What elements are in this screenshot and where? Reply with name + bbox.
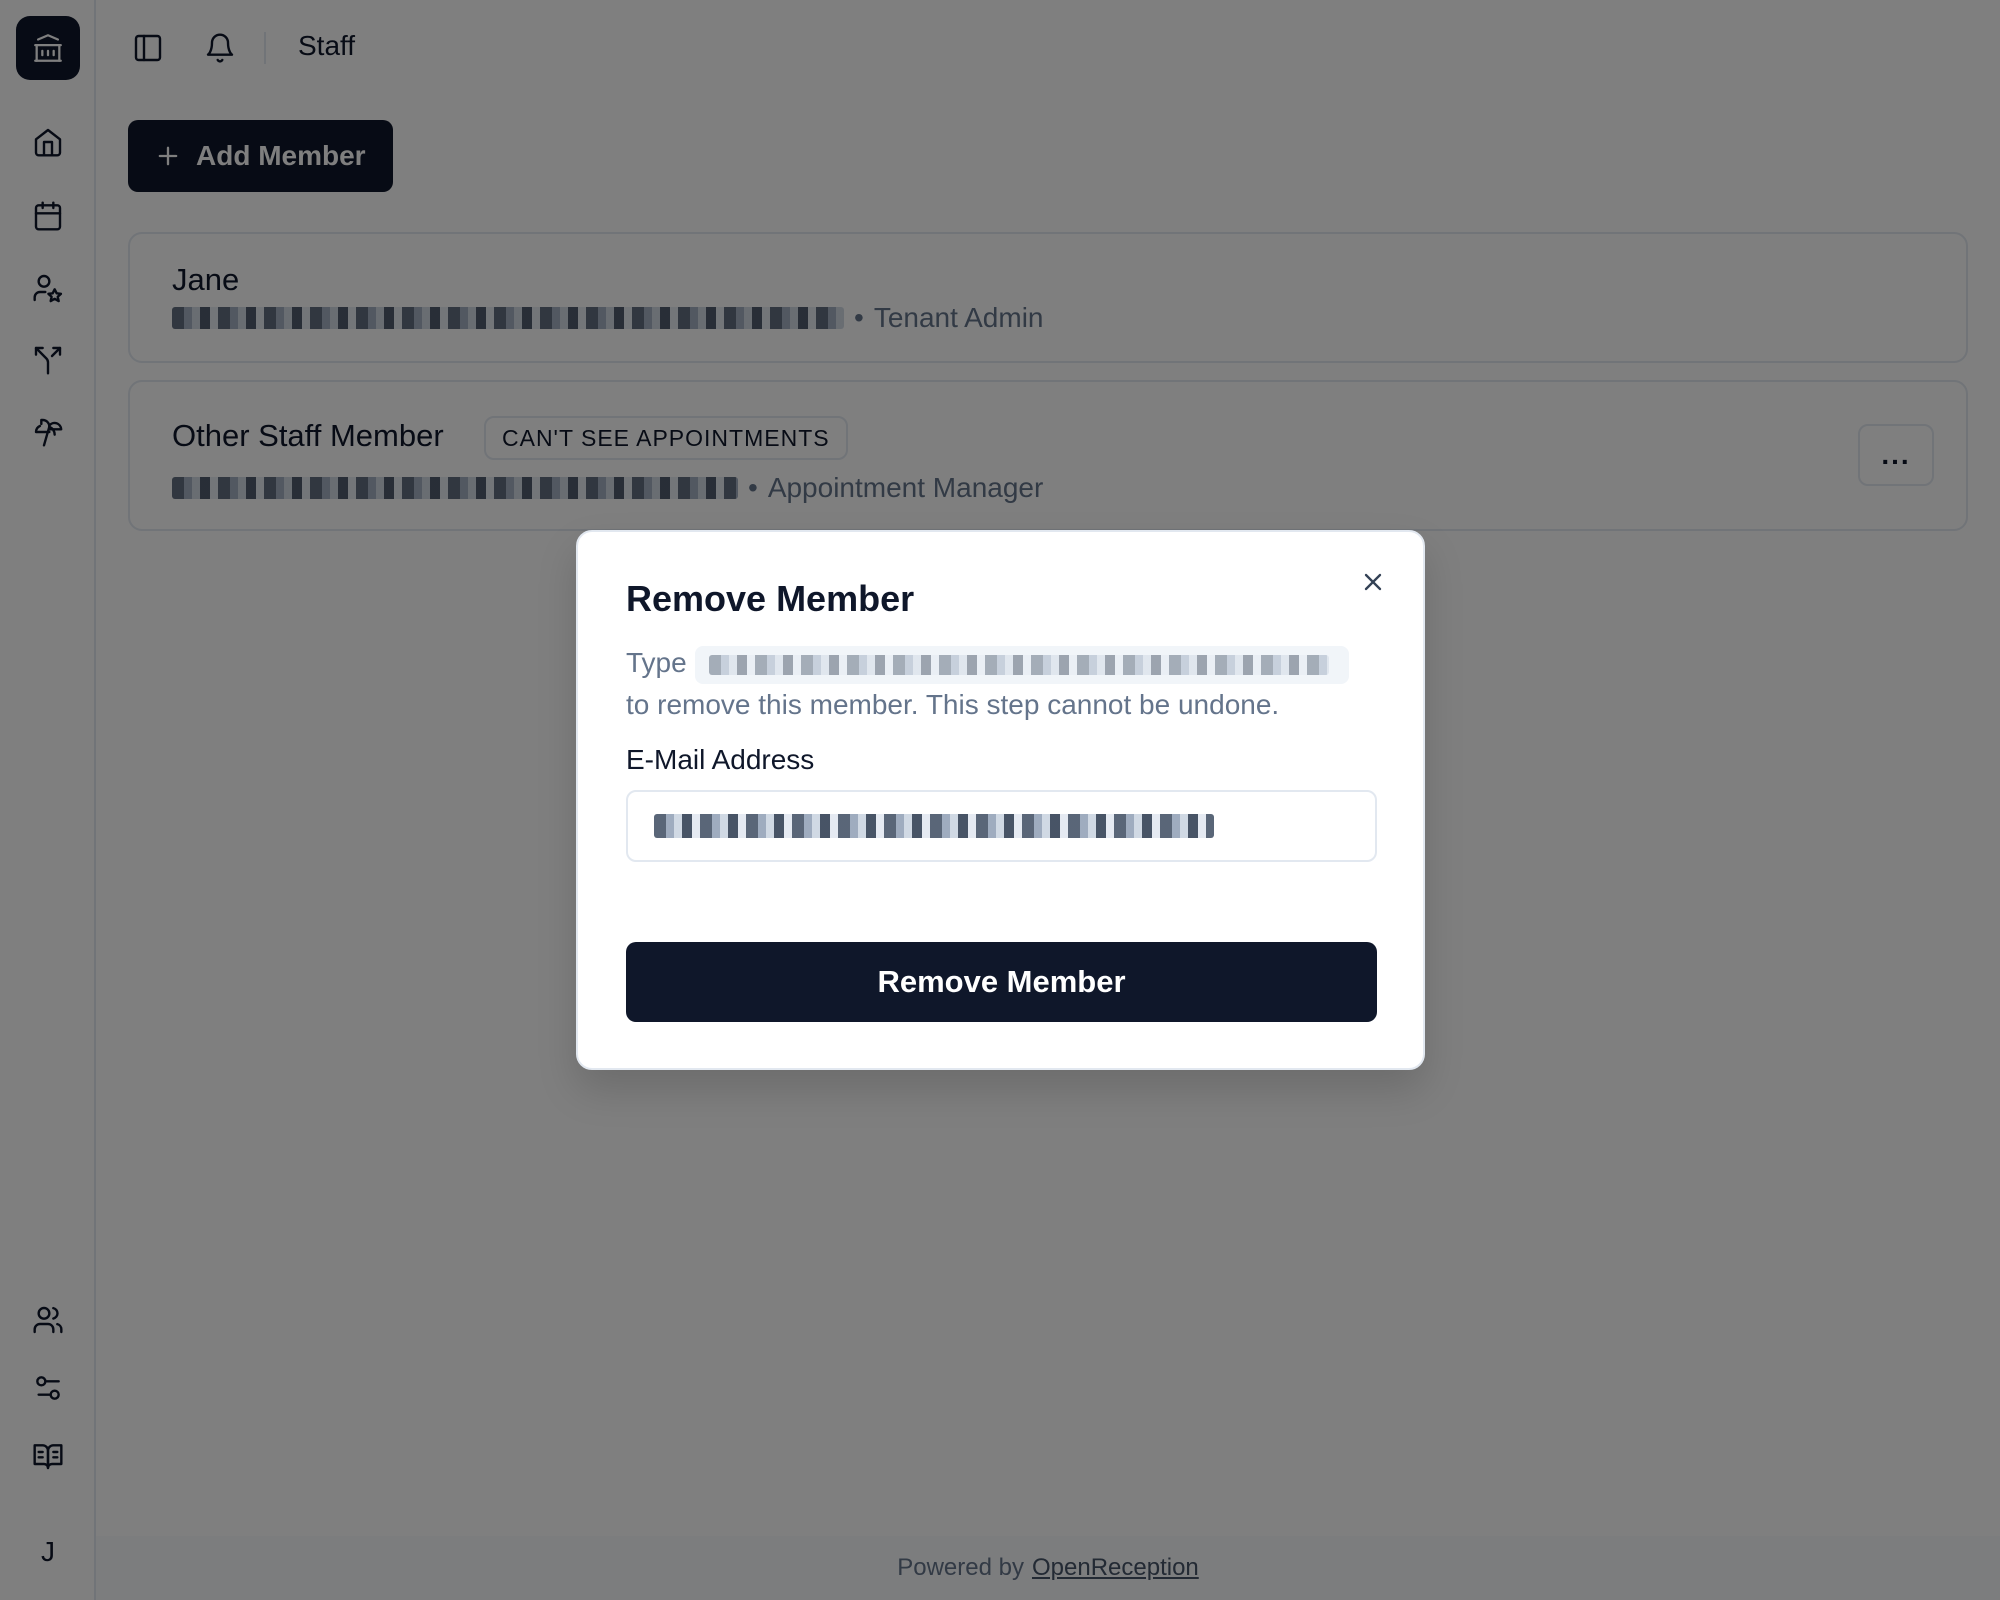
remove-member-dialog: Remove Member Type to remove this member… <box>576 530 1425 1070</box>
remove-member-button[interactable]: Remove Member <box>626 942 1377 1022</box>
redacted-confirm-email <box>708 654 1329 675</box>
confirm-email-chip <box>694 645 1349 684</box>
app-root: J Staff Add Member Jane • Tenant Admin O… <box>0 0 2000 1600</box>
dialog-title: Remove Member <box>626 578 915 619</box>
redacted-input-value <box>654 814 1214 838</box>
dialog-description: Type to remove this member. This step ca… <box>626 642 1386 725</box>
desc-prefix: Type <box>626 647 687 678</box>
close-icon[interactable] <box>1353 562 1393 602</box>
email-field[interactable] <box>626 790 1377 862</box>
email-field-label: E-Mail Address <box>626 744 815 775</box>
desc-suffix: to remove this member. This step cannot … <box>626 688 1280 720</box>
